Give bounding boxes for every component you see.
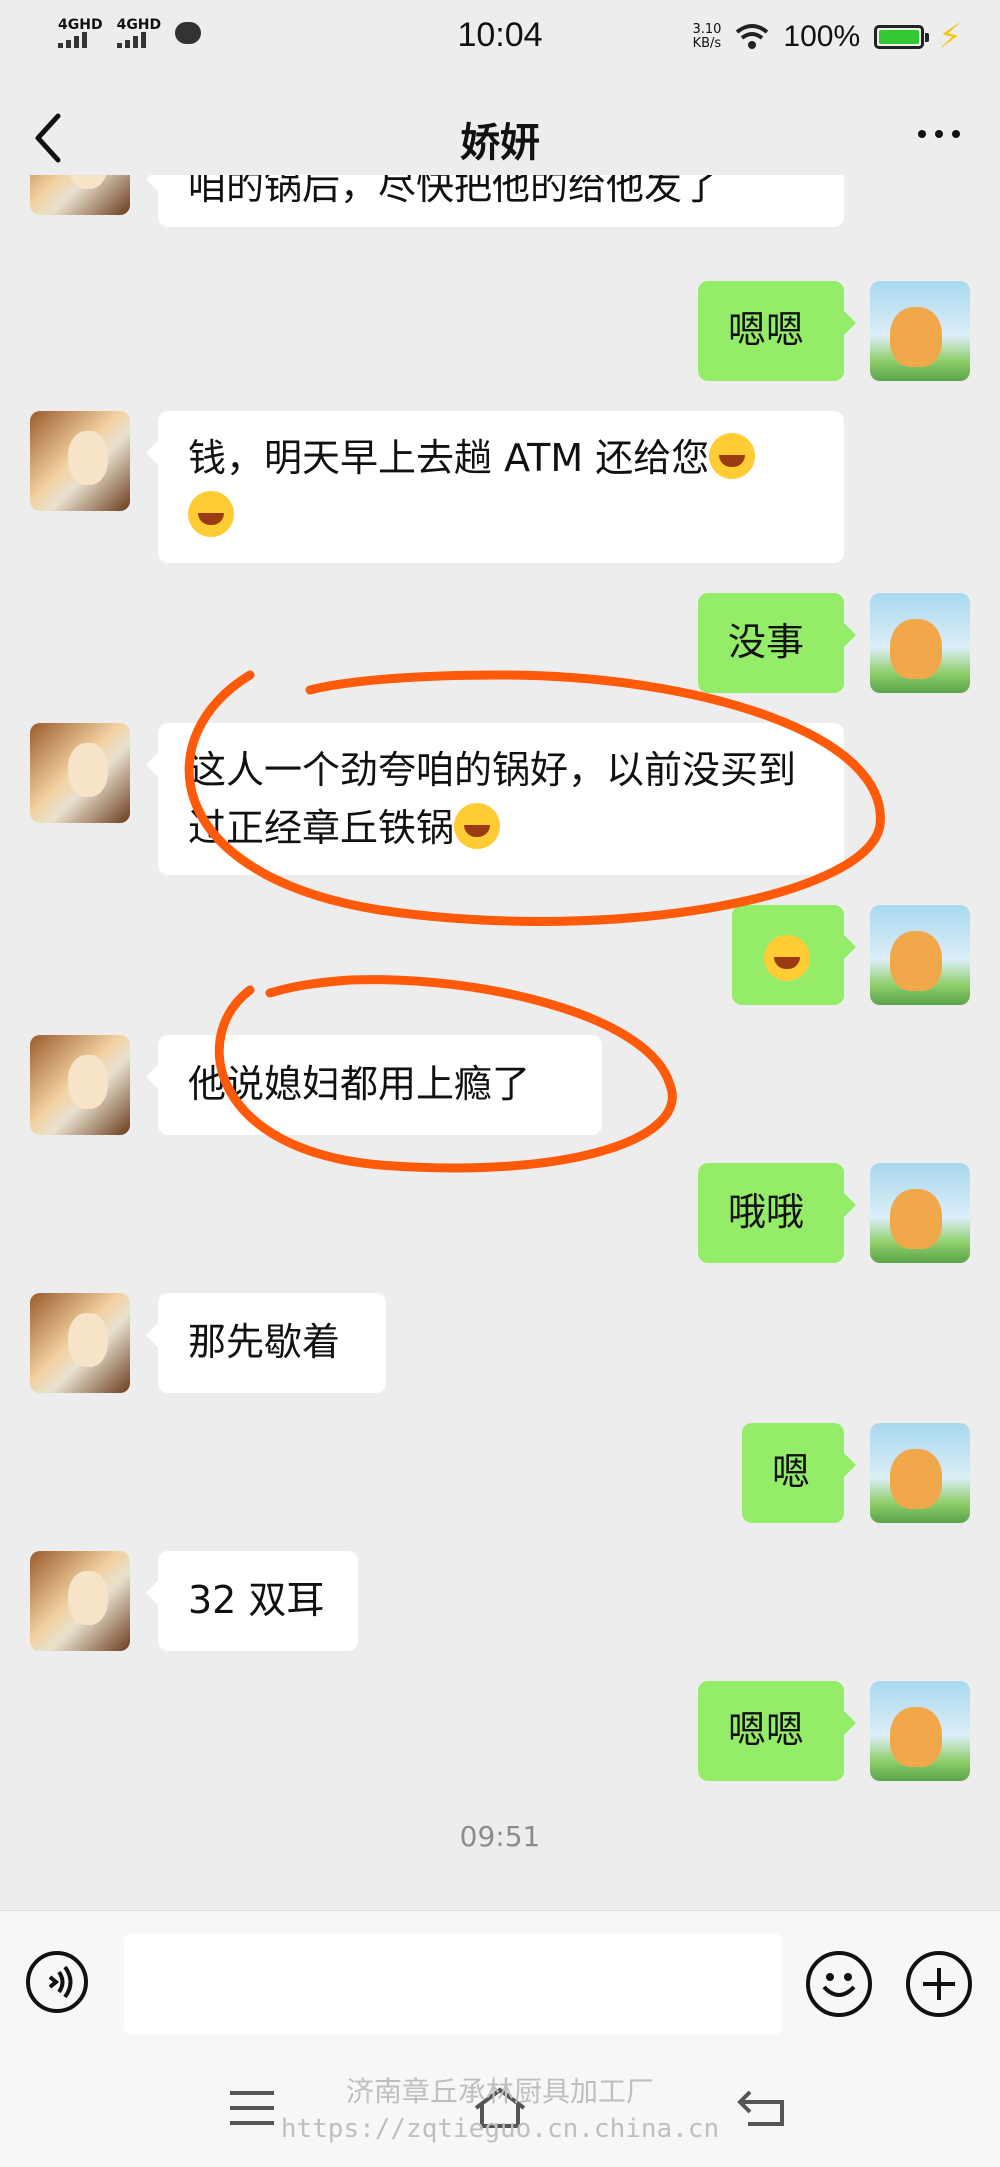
my-avatar[interactable]: [870, 1423, 970, 1523]
laughing-tears-emoji-icon: [188, 491, 234, 537]
grinning-emoji-icon: [454, 803, 501, 849]
message-bubble[interactable]: [732, 905, 856, 1005]
message-bubble[interactable]: 32 双耳: [146, 1551, 358, 1651]
contact-avatar[interactable]: [30, 1293, 130, 1393]
laughing-tears-emoji-icon: [709, 433, 756, 479]
wifi-icon: [736, 24, 769, 49]
message-text: 咱的锅后，尽快把他的给他发了: [188, 175, 721, 208]
emoji-button[interactable]: [806, 1951, 872, 2017]
message-bubble[interactable]: 咱的锅后，尽快把他的给他发了: [146, 175, 844, 227]
message-list[interactable]: 咱的锅后，尽快把他的给他发了 嗯嗯 钱，明天早上去趟 ATM 还给您 没事 这人…: [0, 175, 1000, 1910]
my-avatar[interactable]: [870, 905, 970, 1005]
message-bubble[interactable]: 嗯嗯: [698, 281, 856, 381]
chat-title: 娇妍: [460, 120, 540, 166]
contact-avatar[interactable]: [30, 1551, 130, 1651]
more-options-icon[interactable]: [918, 130, 960, 138]
smiley-icon: [822, 1973, 856, 1997]
network-speed-unit: KB/s: [692, 36, 722, 51]
watermark-company: 济南章丘承林厨具加工厂: [345, 2075, 654, 2108]
contact-avatar[interactable]: [30, 175, 130, 215]
message-bubble[interactable]: 那先歇着: [146, 1293, 386, 1393]
message-bubble[interactable]: 嗯嗯: [698, 1681, 856, 1781]
contact-avatar[interactable]: [30, 411, 130, 511]
network-speed-value: 3.10: [692, 22, 722, 37]
my-avatar[interactable]: [870, 281, 970, 381]
message-text: 32 双耳: [188, 1578, 325, 1622]
message-text: 嗯嗯: [728, 308, 805, 352]
status-bar: 4GHD 4GHD 10:04 3.10 KB/s 100% ⚡: [0, 0, 1000, 80]
contact-avatar[interactable]: [30, 1035, 130, 1135]
message-timestamp: 09:51: [459, 1820, 541, 1853]
message-text: 哦哦: [728, 1190, 805, 1234]
voice-input-button[interactable]: [26, 1951, 88, 2013]
my-avatar[interactable]: [870, 1681, 970, 1781]
laughing-tears-emoji-icon: [764, 935, 810, 981]
message-bubble[interactable]: 他说媳妇都用上瘾了: [146, 1035, 602, 1135]
watermark-url: https://zqtieguo.cn.china.cn: [280, 2114, 720, 2144]
input-bar: [0, 1910, 1000, 2051]
message-text: 那先歇着: [188, 1320, 341, 1364]
plus-icon: [923, 1968, 955, 2000]
more-features-button[interactable]: [906, 1951, 972, 2017]
message-text: 钱，明天早上去趟 ATM 还给您: [188, 436, 710, 480]
message-text: 他说媳妇都用上瘾了: [188, 1062, 531, 1106]
message-bubble[interactable]: 没事: [698, 593, 856, 693]
status-right: 3.10 KB/s 100% ⚡: [692, 20, 962, 54]
message-text: 嗯嗯: [728, 1708, 805, 1752]
message-text: 嗯: [772, 1450, 811, 1494]
battery-percentage: 100%: [783, 20, 861, 53]
my-avatar[interactable]: [870, 1163, 970, 1263]
network-speed: 3.10 KB/s: [692, 23, 721, 51]
message-bubble[interactable]: 钱，明天早上去趟 ATM 还给您: [146, 411, 844, 563]
contact-avatar[interactable]: [30, 723, 130, 823]
message-bubble[interactable]: 嗯: [742, 1423, 856, 1523]
charging-icon: ⚡: [938, 17, 962, 57]
message-bubble[interactable]: 哦哦: [698, 1163, 856, 1263]
battery-icon: [874, 25, 930, 49]
message-input[interactable]: [124, 1933, 782, 2035]
message-bubble[interactable]: 这人一个劲夸咱的锅好，以前没买到过正经章丘铁锅: [146, 723, 844, 875]
voice-icon: [48, 1965, 73, 1999]
message-text: 没事: [728, 620, 805, 664]
my-avatar[interactable]: [870, 593, 970, 693]
